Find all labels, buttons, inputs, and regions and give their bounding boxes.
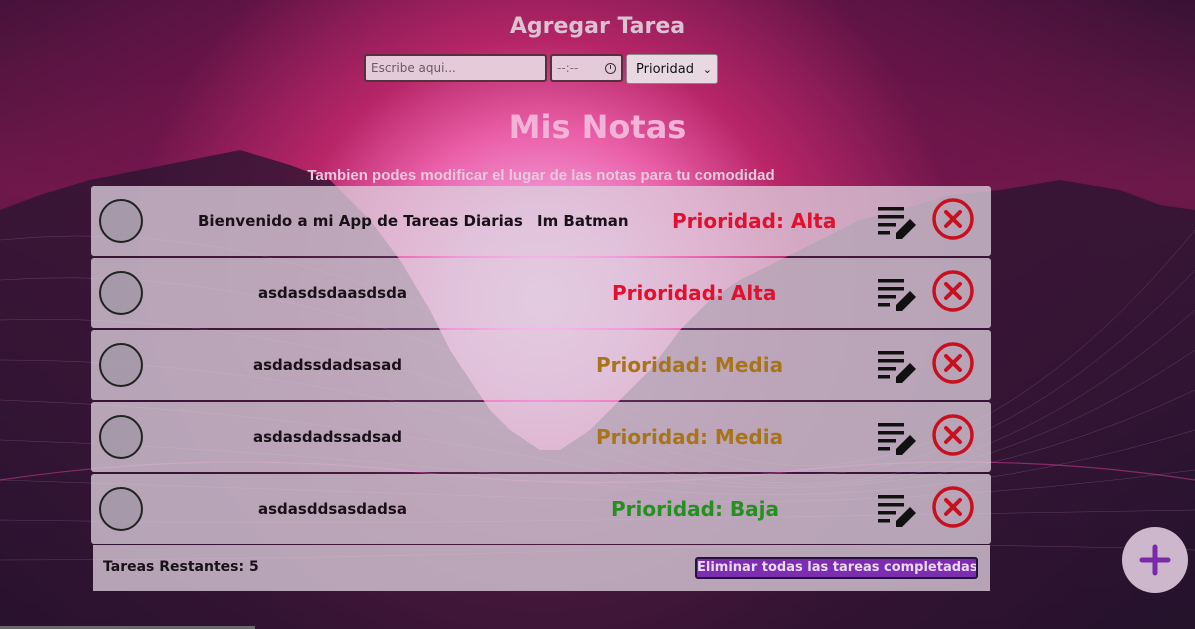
delete-circle-icon[interactable] [931,197,975,241]
time-placeholder: --:-- [557,61,579,75]
task-text: asdasdsdaasdsda [258,284,407,302]
clock-icon[interactable] [605,62,616,74]
task-time: Im Batman [537,212,629,230]
task-text: asdadssdadsasad [253,356,402,374]
delete-circle-icon[interactable] [931,413,975,457]
chevron-down-icon: ⌄ [702,62,712,76]
complete-toggle[interactable] [99,343,143,387]
priority-select-value: Prioridad [636,61,694,77]
notes-title: Mis Notas [508,108,687,146]
complete-toggle[interactable] [99,487,143,531]
clear-completed-button[interactable]: Eliminar todas las tareas completadas [695,557,978,579]
complete-toggle[interactable] [99,199,143,243]
priority-label: Prioridad: Alta [612,281,777,305]
task-footer: Tareas Restantes: 5 Eliminar todas las t… [93,545,990,591]
notes-subtitle: Tambien podes modificar el lugar de las … [307,167,775,184]
delete-circle-icon[interactable] [931,485,975,529]
priority-label: Prioridad: Alta [672,209,837,233]
priority-label: Prioridad: Baja [611,497,780,521]
complete-toggle[interactable] [99,271,143,315]
edit-note-icon[interactable] [878,419,918,457]
priority-label: Prioridad: Media [596,353,784,377]
complete-toggle[interactable] [99,415,143,459]
edit-note-icon[interactable] [878,347,918,385]
plus-icon [1139,544,1171,576]
edit-note-icon[interactable] [878,491,918,529]
task-row[interactable]: asdasddsasdadsa Prioridad: Baja [91,474,991,544]
time-input[interactable]: --:-- [550,54,623,82]
task-row[interactable]: asdasdsdaasdsda Prioridad: Alta [91,258,991,328]
remaining-count: Tareas Restantes: 5 [103,559,259,575]
task-row[interactable]: asdadssdadsasad Prioridad: Media [91,330,991,400]
delete-circle-icon[interactable] [931,341,975,385]
task-text: Bienvenido a mi App de Tareas Diarias [198,212,523,230]
add-task-button[interactable] [1122,527,1188,593]
task-text: asdasddsasdadsa [258,500,407,518]
delete-circle-icon[interactable] [931,269,975,313]
priority-label: Prioridad: Media [596,425,784,449]
task-text: asdasdadssadsad [253,428,402,446]
add-task-form: --:-- Prioridad ⌄ [364,54,718,84]
task-row[interactable]: Bienvenido a mi App de Tareas Diarias Im… [91,186,991,256]
task-row[interactable]: asdasdadssadsad Prioridad: Media [91,402,991,472]
task-list: Bienvenido a mi App de Tareas Diarias Im… [91,186,991,546]
priority-select[interactable]: Prioridad ⌄ [626,54,718,84]
add-task-title: Agregar Tarea [509,14,686,39]
edit-note-icon[interactable] [878,275,918,313]
edit-note-icon[interactable] [878,203,918,241]
task-input[interactable] [364,54,547,82]
